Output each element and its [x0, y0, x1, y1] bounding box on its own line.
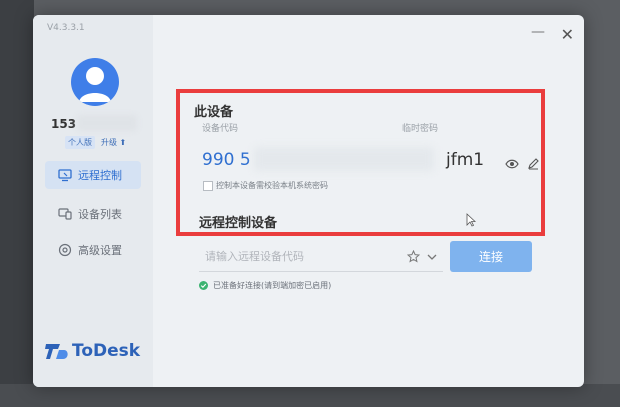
highlight-box	[176, 89, 545, 236]
upgrade-link[interactable]: 升级 ⬆	[98, 136, 129, 149]
minimize-button[interactable]: —	[531, 25, 545, 39]
desktop-taskbar-area	[0, 384, 620, 407]
close-button[interactable]: ✕	[561, 27, 574, 43]
check-circle-icon	[199, 281, 208, 290]
remote-code-input[interactable]	[203, 249, 397, 264]
chevron-down-icon[interactable]	[427, 253, 437, 261]
close-icon: ✕	[560, 25, 574, 44]
avatar[interactable]	[71, 58, 119, 106]
logo-text: ToDesk	[72, 341, 141, 361]
sidebar-item-device-list[interactable]: 设备列表	[45, 200, 141, 228]
star-icon[interactable]	[407, 250, 420, 263]
upgrade-label: 升级	[101, 138, 117, 147]
sidebar-item-label: 高级设置	[78, 244, 122, 257]
monitor-icon	[58, 168, 72, 182]
connect-button[interactable]: 连接	[450, 241, 532, 272]
arrow-up-icon: ⬆	[119, 138, 127, 147]
todesk-logo-icon	[45, 344, 68, 359]
account-badges: 个人版 升级 ⬆	[65, 136, 129, 149]
edition-badge: 个人版	[65, 136, 95, 149]
sidebar-item-label: 远程控制	[78, 169, 122, 182]
mouse-cursor-icon	[466, 213, 476, 227]
version-label: V4.3.3.1	[47, 23, 85, 33]
username: 153	[51, 117, 77, 131]
sidebar: V4.3.3.1 153 个人版 升级 ⬆ 远程控制 设备列表 高级设置 ToD…	[33, 15, 153, 387]
sidebar-item-remote-control[interactable]: 远程控制	[45, 161, 141, 189]
user-icon	[79, 67, 111, 102]
sidebar-item-advanced-settings[interactable]: 高级设置	[45, 236, 141, 264]
username-redaction	[77, 115, 137, 131]
todesk-logo: ToDesk	[45, 341, 140, 361]
connect-label: 连接	[478, 250, 503, 264]
connection-status: 已准备好连接(请到端加密已启用)	[213, 281, 332, 290]
desktop-background	[0, 0, 34, 407]
sidebar-item-label: 设备列表	[78, 208, 122, 221]
settings-icon	[58, 243, 72, 257]
device-list-icon	[58, 207, 72, 221]
